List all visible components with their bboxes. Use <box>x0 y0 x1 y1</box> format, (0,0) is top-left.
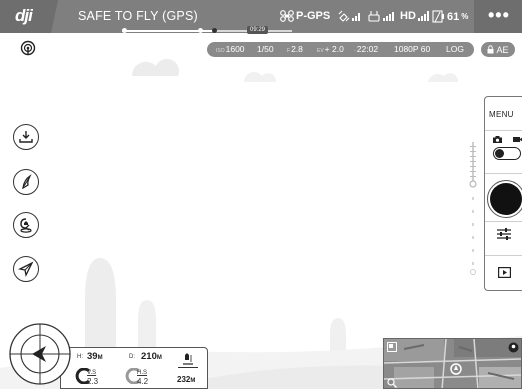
gps-signal-indicator[interactable] <box>338 10 362 22</box>
ae-label: AE <box>496 44 509 55</box>
battery-indicator[interactable]: 61% <box>432 10 468 23</box>
horizontal-speed-value: 4.2 <box>137 377 149 386</box>
video-resolution: 1080P 60 <box>394 44 431 54</box>
map-expand-icon[interactable] <box>387 342 397 352</box>
divider <box>485 255 522 256</box>
remote-controller-icon <box>368 11 394 22</box>
battery-percent: 61 <box>447 10 460 23</box>
auto-takeoff-icon <box>19 131 33 143</box>
more-dots-icon: ••• <box>488 5 510 25</box>
camera-view-background <box>0 58 522 389</box>
gimbal-pitch-slider[interactable] <box>469 142 477 276</box>
video-signal-indicator[interactable]: HD <box>400 10 430 22</box>
divider <box>178 367 198 368</box>
height-value: 39M <box>87 351 103 362</box>
aperture-value: 2.8 <box>291 44 303 54</box>
ae-lock-button[interactable]: AE <box>481 42 515 57</box>
ev-value: + 2.0 <box>324 44 344 54</box>
satellite-signal-icon <box>338 10 360 22</box>
photo-camera-icon[interactable] <box>493 136 502 143</box>
remaining-time-value: 22:02 <box>356 44 379 54</box>
vertical-speed-label: V.S <box>87 370 97 376</box>
photo-video-toggle[interactable] <box>493 147 521 160</box>
video-camera-icon[interactable] <box>513 136 522 143</box>
camera-settings-icon[interactable] <box>496 227 512 241</box>
timeline-marker <box>198 28 203 33</box>
map-location-icon[interactable] <box>508 342 519 353</box>
playback-icon[interactable] <box>498 267 511 278</box>
color-profile: LOG <box>446 44 464 54</box>
iso-value: 1600 <box>225 44 245 54</box>
timeline-current-marker <box>212 28 217 33</box>
ev-label: EV <box>317 48 324 54</box>
divider <box>485 173 522 174</box>
vertical-speed-value: 2.3 <box>87 377 99 386</box>
telemetry-panel: H: 39M D: 210M V.S 2.3 H.S 4.2 232M <box>60 347 208 389</box>
hd-label: HD <box>400 10 416 22</box>
flight-time-label: 09:29 <box>247 26 269 34</box>
return-home-icon <box>20 218 32 233</box>
camera-parameters-bar[interactable]: ISO1600 1/50 F2.8 EV+ 2.0 ◦22:02 1080P 6… <box>207 42 474 57</box>
mini-map[interactable] <box>383 338 522 389</box>
altitude-value: 232M <box>177 375 196 384</box>
attitude-radar[interactable] <box>8 322 72 386</box>
height-label: H: <box>77 354 83 360</box>
divider <box>485 130 522 131</box>
dji-logo[interactable]: dji <box>0 0 58 33</box>
navigation-icon <box>18 261 34 277</box>
iso-label: ISO <box>216 48 225 54</box>
flight-mode-indicator[interactable]: P-GPS <box>280 10 330 22</box>
navigation-button[interactable] <box>13 256 39 282</box>
distance-label: D: <box>129 354 135 360</box>
altitude-icon <box>183 353 193 365</box>
flight-mode-text: P-GPS <box>296 10 331 22</box>
intelligent-flight-button[interactable] <box>13 169 39 195</box>
lock-icon <box>487 45 494 54</box>
intelligent-flight-icon <box>22 174 32 190</box>
gps-signal-icon[interactable] <box>20 40 36 56</box>
dji-logo-text: dji <box>15 6 33 25</box>
aperture-setting: F2.8 <box>287 44 303 54</box>
map-zoom-icon[interactable] <box>387 378 397 388</box>
shutter-speed: 1/50 <box>257 44 274 54</box>
shutter-button[interactable] <box>490 183 522 215</box>
flight-status-text[interactable]: SAFE TO FLY (GPS) <box>78 9 198 23</box>
iso-setting: ISO1600 <box>216 44 245 54</box>
drone-icon <box>280 10 294 22</box>
more-settings-button[interactable]: ••• <box>474 0 522 33</box>
divider <box>485 221 522 222</box>
camera-menu-button[interactable]: MENU <box>489 110 514 119</box>
return-home-button[interactable] <box>13 212 39 238</box>
satellite-map-image <box>384 339 521 388</box>
aperture-label: F <box>287 48 291 54</box>
recording-time-remaining: ◦22:02 <box>354 44 379 54</box>
camera-control-panel: MENU <box>484 96 522 291</box>
ev-setting: EV+ 2.0 <box>317 44 344 54</box>
distance-value: 210M <box>141 351 162 362</box>
auto-takeoff-button[interactable] <box>13 124 39 150</box>
horizontal-speed-label: H.S <box>137 370 148 376</box>
timeline-start-marker <box>122 28 127 33</box>
toggle-knob <box>495 148 504 158</box>
hd-signal-bars-icon <box>417 11 429 21</box>
battery-unit: % <box>461 12 469 21</box>
battery-icon <box>432 10 444 23</box>
remote-signal-indicator[interactable] <box>368 10 396 22</box>
